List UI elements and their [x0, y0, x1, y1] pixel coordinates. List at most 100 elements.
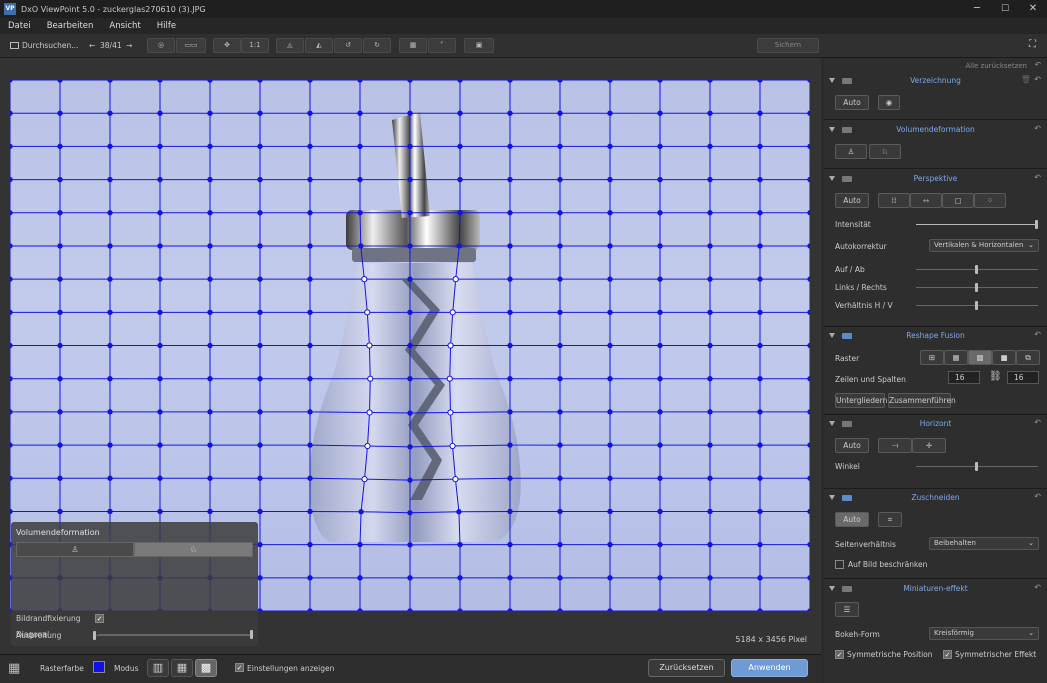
- grid-control-point[interactable]: [107, 143, 113, 150]
- grid-control-point[interactable]: [557, 575, 563, 581]
- grid-control-point[interactable]: [57, 143, 63, 150]
- grid-control-point[interactable]: [407, 608, 413, 611]
- grid-control-point[interactable]: [507, 80, 513, 83]
- grid-control-point[interactable]: [757, 210, 763, 216]
- grid-control-point[interactable]: [157, 309, 163, 316]
- grid-control-point[interactable]: [757, 243, 763, 249]
- grid-control-point[interactable]: [257, 375, 263, 382]
- grid-control-point[interactable]: [207, 110, 213, 116]
- section-reset-icon[interactable]: ↶: [1034, 492, 1041, 501]
- grid-control-point[interactable]: [507, 110, 513, 116]
- grid-control-point[interactable]: [447, 342, 454, 349]
- grid-control-point[interactable]: [257, 608, 263, 611]
- grid-control-point[interactable]: [507, 475, 513, 481]
- grid-control-point[interactable]: [507, 143, 513, 150]
- grid-control-point[interactable]: [507, 276, 513, 282]
- prev-image-icon[interactable]: ←: [89, 39, 95, 52]
- grid-control-point[interactable]: [157, 276, 163, 282]
- section-reshape-header[interactable]: Reshape Fusion ↶: [824, 330, 1047, 344]
- grid-control-point[interactable]: [364, 309, 371, 316]
- grid-control-point[interactable]: [452, 476, 459, 483]
- grid-control-point[interactable]: [307, 342, 313, 349]
- grid-control-point[interactable]: [107, 409, 113, 415]
- zoom-one-to-one-button[interactable]: 1:1: [241, 38, 269, 53]
- reset-all-icon[interactable]: ↶: [1035, 60, 1041, 69]
- grid-control-point[interactable]: [657, 176, 663, 183]
- menu-view[interactable]: Ansicht: [101, 21, 148, 31]
- grid-control-point[interactable]: [607, 508, 613, 515]
- section-reset-icon[interactable]: ↶: [1034, 583, 1041, 592]
- section-horizon-header[interactable]: Horizont ↶: [824, 418, 1047, 432]
- grid-control-point[interactable]: [57, 475, 63, 481]
- grid-control-point[interactable]: [657, 608, 663, 611]
- grid-control-point[interactable]: [57, 243, 63, 249]
- grid-control-point[interactable]: [607, 176, 613, 183]
- grid-control-point[interactable]: [257, 243, 263, 249]
- rotate-right-icon[interactable]: ↻: [363, 38, 391, 53]
- grid-control-point[interactable]: [10, 508, 13, 515]
- sym-position-checkbox[interactable]: ✓: [835, 650, 844, 659]
- grid-control-point[interactable]: [457, 143, 463, 150]
- crop-tool-icon[interactable]: ⌗: [878, 512, 902, 527]
- grid-control-point[interactable]: [407, 342, 413, 349]
- grid-control-point[interactable]: [507, 541, 513, 548]
- grid-control-point[interactable]: [607, 110, 613, 116]
- grid-control-point[interactable]: [157, 243, 163, 249]
- grid-control-point[interactable]: [307, 409, 313, 415]
- close-button[interactable]: ✕: [1019, 0, 1047, 18]
- grid-control-point[interactable]: [607, 541, 613, 548]
- grid-control-point[interactable]: [10, 210, 13, 216]
- grid-control-point[interactable]: [207, 375, 213, 382]
- fullscreen-icon[interactable]: ⛶: [1029, 38, 1036, 51]
- grid-control-point[interactable]: [307, 608, 313, 611]
- grid-control-point[interactable]: [807, 442, 810, 448]
- subdivide-button[interactable]: Untergliedern: [835, 393, 887, 408]
- grid-control-point[interactable]: [357, 575, 363, 581]
- grid-control-point[interactable]: [407, 542, 413, 548]
- grid-control-point[interactable]: [257, 475, 263, 481]
- grid-control-point[interactable]: [407, 210, 413, 216]
- grid-control-point[interactable]: [807, 608, 810, 611]
- vertical-perspective-icon[interactable]: ◬: [276, 38, 304, 53]
- grid-control-point[interactable]: [207, 442, 213, 448]
- grid-control-point[interactable]: [807, 80, 810, 83]
- grid-control-point[interactable]: [707, 80, 713, 83]
- crop-auto-button[interactable]: Auto: [835, 512, 869, 527]
- spread-slider-knob[interactable]: [93, 631, 96, 640]
- grid-control-point[interactable]: [657, 243, 663, 249]
- grid-control-point[interactable]: [307, 243, 313, 249]
- grid-2x2-icon[interactable]: ⊞: [920, 350, 944, 365]
- grid-control-point[interactable]: [657, 143, 663, 150]
- grid-control-point[interactable]: [307, 375, 313, 382]
- grid-control-point[interactable]: [557, 508, 563, 515]
- grid-control-point[interactable]: [557, 110, 563, 116]
- grid-control-point[interactable]: [757, 375, 763, 382]
- grid-control-point[interactable]: [657, 210, 663, 216]
- grid-control-point[interactable]: [507, 309, 513, 316]
- maximize-button[interactable]: ☐: [991, 0, 1019, 18]
- grid-control-point[interactable]: [507, 375, 513, 382]
- grid-control-point[interactable]: [364, 442, 371, 450]
- grid-control-point[interactable]: [57, 442, 63, 448]
- grid-control-point[interactable]: [557, 409, 563, 415]
- grid-control-point[interactable]: [557, 309, 563, 316]
- grid-control-point[interactable]: [157, 409, 163, 415]
- grid-control-point[interactable]: [57, 80, 63, 83]
- grid-control-point[interactable]: [757, 475, 763, 481]
- grid-control-point[interactable]: [457, 608, 463, 611]
- grid-control-point[interactable]: [657, 309, 663, 316]
- grid-control-point[interactable]: [107, 475, 113, 481]
- grid-control-point[interactable]: [307, 143, 313, 150]
- section-reset-icon[interactable]: ↶: [1034, 330, 1041, 339]
- grid-control-point[interactable]: [107, 110, 113, 116]
- horizontal-volume-icon[interactable]: ♘: [134, 542, 253, 557]
- grid-control-point[interactable]: [807, 475, 810, 481]
- grid-toggle-icon[interactable]: ▦: [8, 661, 20, 676]
- grid-control-point[interactable]: [357, 80, 363, 83]
- grid-control-point[interactable]: [10, 309, 13, 316]
- perspective-horizontal-icon[interactable]: ⇿: [910, 193, 942, 208]
- show-settings-checkbox[interactable]: ✓: [235, 663, 244, 672]
- grid-control-point[interactable]: [757, 176, 763, 183]
- section-reset-icon[interactable]: ↶: [1034, 124, 1041, 133]
- grid-control-point[interactable]: [207, 309, 213, 316]
